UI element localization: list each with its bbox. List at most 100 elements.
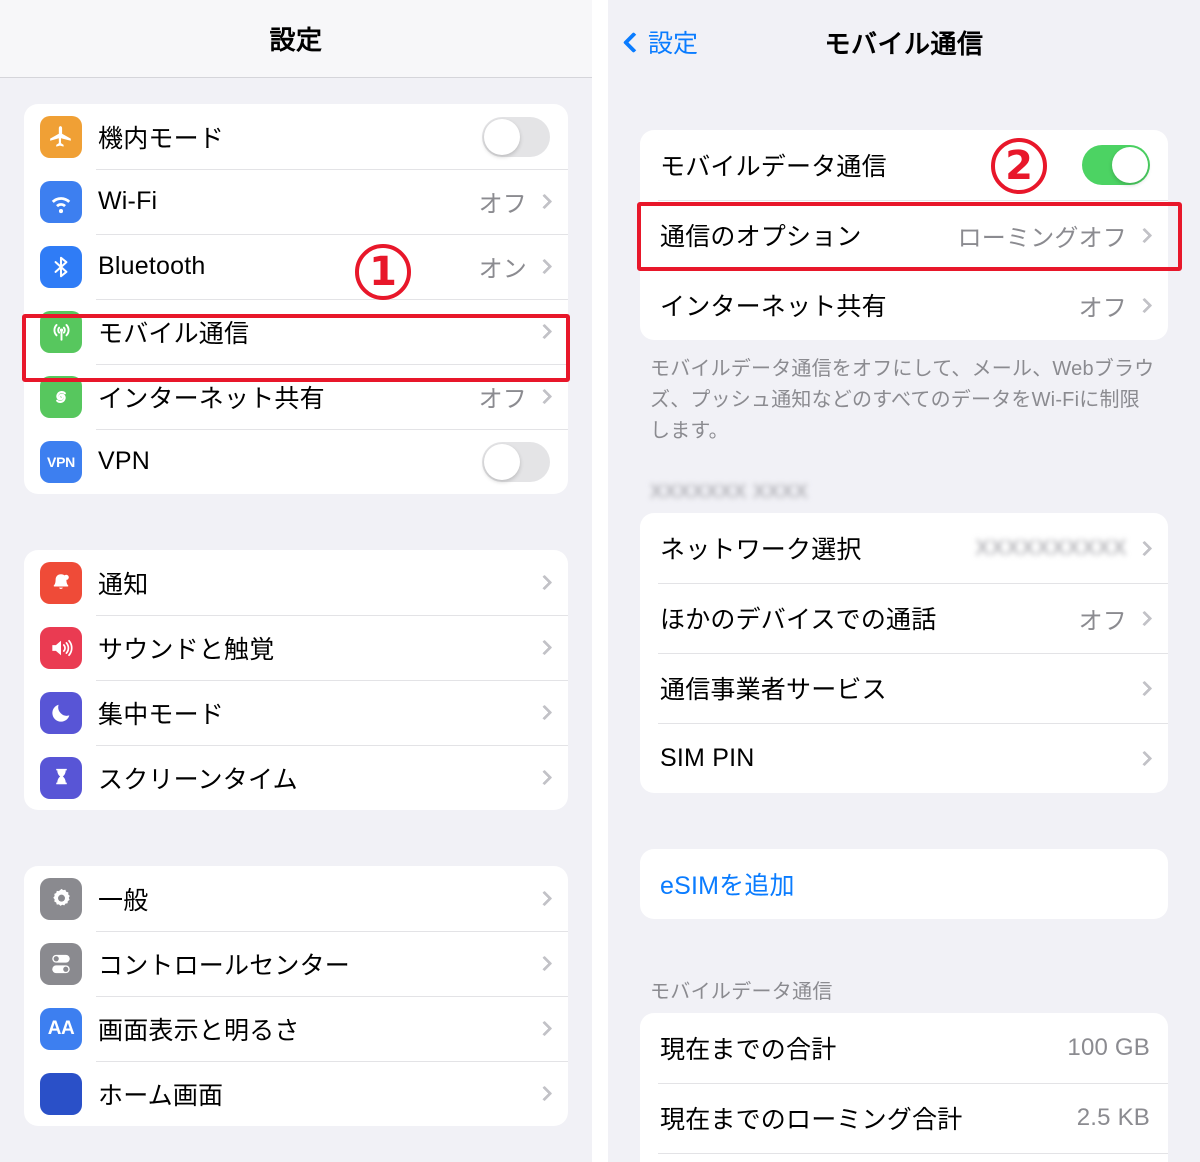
row-value: ローミングオフ — [957, 224, 1127, 252]
toggle-knob — [484, 118, 520, 155]
row-label: ネットワーク選択 — [660, 536, 862, 564]
sidebar-item-label: VPN — [98, 447, 151, 475]
row-label: インターネット共有 — [660, 293, 887, 321]
sidebar-item-value: オン — [478, 256, 527, 283]
vpn-icon: VPN — [40, 440, 82, 483]
hourglass-icon — [40, 756, 82, 799]
sidebar-item-screen-time[interactable]: スクリーンタイム — [24, 745, 568, 810]
row-value: 100 GB — [1067, 1034, 1150, 1061]
vpn-toggle[interactable] — [482, 441, 550, 482]
hotspot-icon — [40, 375, 82, 418]
add-esim-row[interactable]: eSIMを追加 — [640, 849, 1168, 919]
toggle-knob — [1112, 147, 1148, 183]
personal-hotspot-row[interactable]: インターネット共有 オフ — [640, 270, 1168, 340]
comparison-screenshot: 設定 機内モード Wi-Fi オフ Bluetooth オン モバイル通信 イン… — [0, 0, 1200, 1162]
chevron-right-icon — [1136, 610, 1153, 626]
chevron-right-icon — [1136, 540, 1153, 556]
chevron-right-icon — [536, 1085, 553, 1102]
page-title: モバイル通信 — [824, 28, 984, 59]
chevron-right-icon — [536, 1020, 553, 1037]
home-screen-icon — [40, 1072, 82, 1115]
chevron-right-icon — [536, 388, 553, 405]
chevron-right-icon — [536, 193, 553, 210]
sidebar-item-label: 一般 — [98, 886, 149, 915]
carrier-section-header: XXXXXXX XXXX — [640, 481, 1168, 513]
row-label: 通信のオプション — [660, 223, 862, 251]
sidebar-item-label: 集中モード — [98, 700, 225, 729]
airplane-icon — [40, 115, 82, 158]
cellular-data-row[interactable]: モバイルデータ通信 — [640, 130, 1168, 200]
app-usage-row-x[interactable]: X 27.0 GB — [640, 1153, 1168, 1162]
sidebar-item-wifi[interactable]: Wi-Fi オフ — [24, 169, 568, 234]
step-badge-2: 2 — [991, 138, 1047, 194]
chevron-right-icon — [536, 574, 553, 591]
back-button-label: 設定 — [648, 30, 699, 58]
sidebar-item-airplane-mode[interactable]: 機内モード — [24, 104, 568, 169]
sidebar-item-cellular[interactable]: モバイル通信 — [24, 299, 568, 364]
sidebar-item-home-screen[interactable]: ホーム画面 — [24, 1061, 568, 1126]
chevron-right-icon — [536, 639, 553, 656]
sidebar-item-label: 機内モード — [98, 124, 225, 153]
redacted-network-name: XXXXXXXXXX — [975, 535, 1127, 560]
sidebar-item-label: コントロールセンター — [98, 951, 351, 980]
sidebar-item-notifications[interactable]: 通知 — [24, 550, 568, 615]
row-value: オフ — [1078, 607, 1127, 635]
panel-divider — [592, 0, 608, 1162]
sidebar-item-label: インターネット共有 — [98, 384, 325, 413]
chevron-right-icon — [1136, 750, 1153, 766]
sidebar-item-label: スクリーンタイム — [98, 765, 298, 794]
chevron-right-icon — [536, 769, 553, 786]
control-center-icon — [40, 942, 82, 985]
usage-section-header: モバイルデータ通信 — [650, 981, 833, 1003]
chevron-right-icon — [536, 955, 553, 972]
redacted-carrier-name: XXXXXXX XXXX — [650, 481, 809, 503]
chevron-right-icon — [1136, 297, 1153, 313]
row-label: SIM PIN — [660, 743, 755, 772]
cellular-icon — [40, 310, 82, 353]
back-button[interactable]: 設定 — [622, 24, 699, 60]
sidebar-item-sounds-haptics[interactable]: サウンドと触覚 — [24, 615, 568, 680]
cellular-list: モバイルデータ通信 通信のオプション ローミングオフ インターネット共有 オフ … — [608, 84, 1200, 1162]
sidebar-item-value: オフ — [478, 191, 527, 218]
sidebar-item-value: オフ — [478, 386, 527, 413]
network-selection-row[interactable]: ネットワーク選択 XXXXXXXXXX — [640, 513, 1168, 583]
row-label: 通信事業者サービス — [660, 676, 887, 704]
general-group: 一般 コントロールセンター AA 画面表示と明るさ ホーム画面 — [24, 866, 568, 1126]
sidebar-item-general[interactable]: 一般 — [24, 866, 568, 931]
current-period-roaming-row: 現在までのローミング合計 2.5 KB — [640, 1083, 1168, 1153]
sidebar-item-bluetooth[interactable]: Bluetooth オン — [24, 234, 568, 299]
cellular-data-toggle[interactable] — [1082, 145, 1150, 185]
settings-list: 機内モード Wi-Fi オフ Bluetooth オン モバイル通信 インターネ… — [0, 78, 592, 1126]
chevron-right-icon — [536, 323, 553, 340]
row-value: XXXXXXXXXX — [975, 534, 1127, 562]
sidebar-item-label: Wi-Fi — [98, 187, 158, 215]
cellular-panel: 設定 モバイル通信 モバイルデータ通信 通信のオプション ローミングオフ インタ… — [608, 0, 1200, 1162]
data-usage-group: 現在までの合計 100 GB 現在までのローミング合計 2.5 KB X — [640, 1013, 1168, 1162]
row-label: ほかのデバイスでの通話 — [660, 606, 937, 634]
cellular-data-options-row[interactable]: 通信のオプション ローミングオフ — [640, 200, 1168, 270]
sidebar-item-control-center[interactable]: コントロールセンター — [24, 931, 568, 996]
vpn-icon-text: VPN — [47, 453, 75, 470]
sidebar-item-personal-hotspot[interactable]: インターネット共有 オフ — [24, 364, 568, 429]
sim-pin-row[interactable]: SIM PIN — [640, 723, 1168, 793]
toggle-knob — [484, 443, 520, 480]
sidebar-item-vpn[interactable]: VPN VPN — [24, 429, 568, 494]
sidebar-item-label: モバイル通信 — [98, 319, 250, 348]
bluetooth-icon — [40, 245, 82, 288]
connectivity-group: 機内モード Wi-Fi オフ Bluetooth オン モバイル通信 インターネ… — [24, 104, 568, 494]
sidebar-item-display-brightness[interactable]: AA 画面表示と明るさ — [24, 996, 568, 1061]
notifications-group: 通知 サウンドと触覚 集中モード スクリーンタイム — [24, 550, 568, 810]
add-esim-label: eSIMを追加 — [660, 872, 795, 900]
wifi-icon — [40, 180, 82, 223]
row-value: 2.5 KB — [1076, 1104, 1150, 1131]
row-value: オフ — [1078, 294, 1127, 322]
display-icon-text: AA — [47, 1017, 75, 1039]
moon-icon — [40, 691, 82, 734]
cellular-data-footnote: モバイルデータ通信をオフにして、メール、Webブラウズ、プッシュ通知などのすべて… — [650, 358, 1155, 442]
airplane-mode-toggle[interactable] — [482, 116, 550, 157]
calls-on-other-devices-row[interactable]: ほかのデバイスでの通話 オフ — [640, 583, 1168, 653]
speaker-icon — [40, 626, 82, 669]
sidebar-item-focus[interactable]: 集中モード — [24, 680, 568, 745]
carrier-services-row[interactable]: 通信事業者サービス — [640, 653, 1168, 723]
sidebar-item-label: サウンドと触覚 — [98, 635, 275, 664]
